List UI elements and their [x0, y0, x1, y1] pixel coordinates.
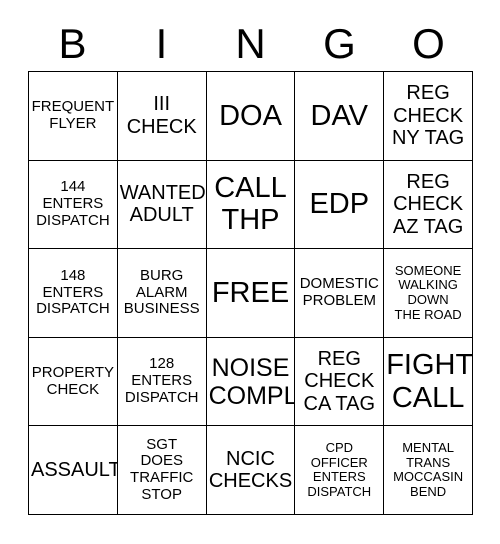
bingo-square[interactable]: WANTED ADULT — [117, 160, 207, 250]
bingo-square[interactable]: NOISE COMPL — [206, 337, 296, 427]
bingo-square[interactable]: BURG ALARM BUSINESS — [117, 249, 207, 338]
bingo-square[interactable]: DAV — [295, 72, 385, 161]
bingo-square[interactable]: DOA — [206, 72, 296, 161]
bingo-square[interactable]: CALL THP — [206, 160, 296, 250]
bingo-square-label: DOA — [219, 99, 282, 132]
bingo-square-label: SGT DOES TRAFFIC STOP — [130, 435, 194, 503]
bingo-square-label: III CHECK — [126, 93, 197, 138]
bingo-header-letter-n: N — [235, 20, 266, 67]
bingo-square-label: EDP — [309, 188, 370, 221]
bingo-square-label: BURG ALARM BUSINESS — [123, 266, 200, 318]
bingo-square[interactable]: REG CHECK NY TAG — [384, 72, 473, 161]
bingo-square-label: 128 ENTERS DISPATCH — [124, 355, 199, 406]
bingo-square-label: MENTAL TRANS MOCCASIN BEND — [393, 440, 464, 499]
bingo-square-label: NOISE COMPL — [208, 353, 296, 410]
bingo-square-label: ASSAULT — [31, 458, 118, 481]
bingo-square-label: NCIC CHECKS — [208, 447, 293, 493]
bingo-square-label: REG CHECK CA TAG — [303, 348, 376, 415]
bingo-square[interactable]: 148 ENTERS DISPATCH — [29, 249, 118, 338]
bingo-square[interactable]: FREQUENT FLYER — [29, 72, 118, 161]
bingo-square-label: FREQUENT FLYER — [31, 98, 115, 132]
bingo-square[interactable]: PROPERTY CHECK — [29, 337, 118, 427]
bingo-header-letter-g: G — [323, 20, 356, 67]
bingo-free-space[interactable]: FREE — [206, 249, 296, 338]
bingo-square-label: CALL THP — [214, 171, 287, 237]
bingo-square[interactable]: MENTAL TRANS MOCCASIN BEND — [384, 426, 473, 515]
bingo-header-letter-b: B — [58, 20, 87, 67]
bingo-square-label: WANTED ADULT — [119, 182, 206, 227]
bingo-square[interactable]: REG CHECK AZ TAG — [384, 160, 473, 250]
bingo-header-letter-o: O — [412, 20, 445, 67]
bingo-square[interactable]: 144 ENTERS DISPATCH — [29, 160, 118, 250]
bingo-square-label: REG CHECK NY TAG — [391, 82, 465, 149]
bingo-square[interactable]: SOMEONE WALKING DOWN THE ROAD — [384, 249, 473, 338]
bingo-square[interactable]: 128 ENTERS DISPATCH — [117, 337, 207, 427]
bingo-square-label: CPD OFFICER ENTERS DISPATCH — [307, 440, 372, 499]
bingo-header-letter-i: I — [155, 20, 168, 67]
bingo-square-label: FREE — [211, 276, 290, 309]
bingo-square[interactable]: ASSAULT — [29, 426, 118, 515]
bingo-header-row: BINGO — [28, 17, 473, 71]
bingo-square-label: DOMESTIC PROBLEM — [299, 275, 379, 309]
bingo-square-label: REG CHECK AZ TAG — [392, 170, 464, 238]
bingo-grid: FREQUENT FLYER III CHECK DOA DAV REG CHECK N… — [28, 71, 473, 515]
bingo-square-label: DAV — [310, 99, 369, 132]
bingo-square[interactable]: REG CHECK CA TAG — [295, 337, 385, 427]
bingo-square-label: FIGHT CALL — [386, 349, 473, 414]
bingo-square[interactable]: DOMESTIC PROBLEM — [295, 249, 385, 338]
bingo-square[interactable]: EDP — [295, 160, 385, 250]
bingo-card: B I N G O FREQUENT FLYER III CHECK DOA DAV REG C… — [0, 0, 500, 544]
bingo-square-label: 148 ENTERS DISPATCH — [36, 266, 110, 318]
bingo-square[interactable]: FIGHT CALL — [384, 337, 473, 427]
bingo-square-label: SOMEONE WALKING DOWN THE ROAD — [394, 262, 462, 322]
bingo-square[interactable]: CPD OFFICER ENTERS DISPATCH — [295, 426, 385, 515]
bingo-square-label: 144 ENTERS DISPATCH — [36, 178, 110, 229]
bingo-square[interactable]: NCIC CHECKS — [206, 426, 296, 515]
bingo-square-label: PROPERTY CHECK — [31, 363, 115, 398]
bingo-square[interactable]: III CHECK — [117, 72, 207, 161]
bingo-square[interactable]: SGT DOES TRAFFIC STOP — [117, 426, 207, 515]
